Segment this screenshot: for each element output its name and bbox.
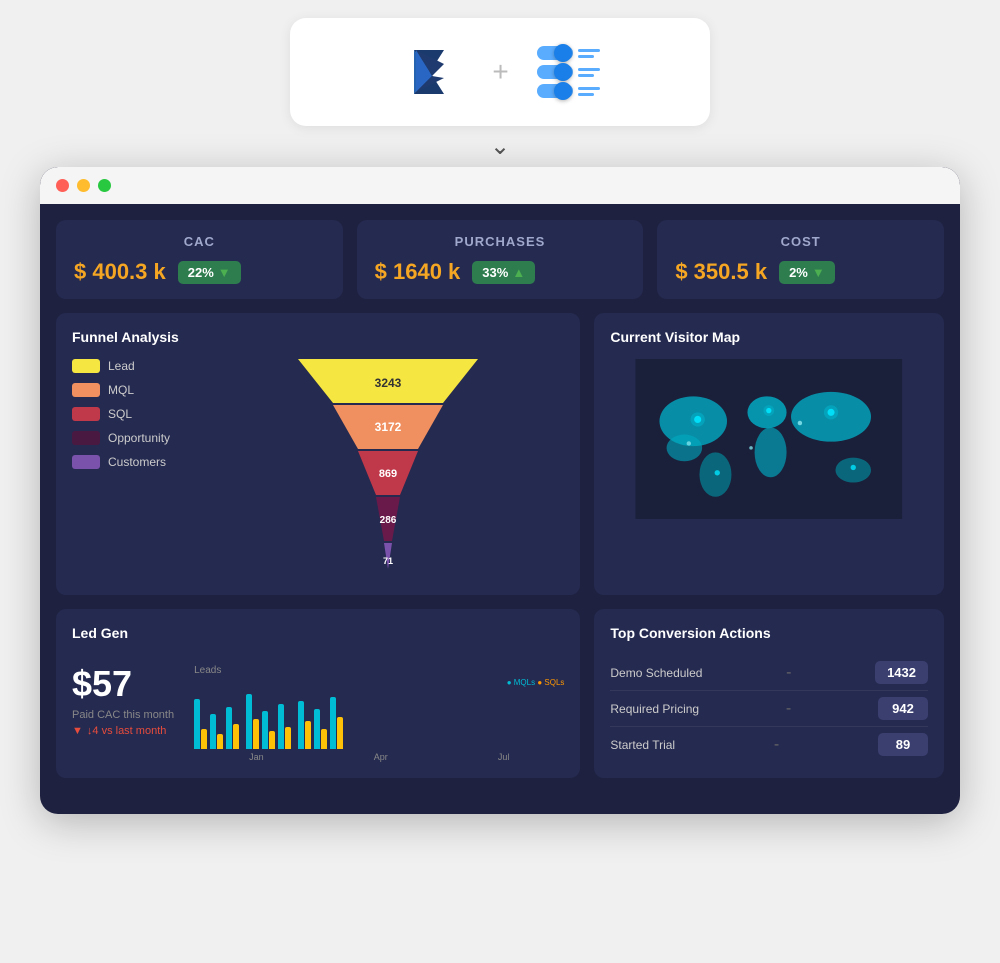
cac-card: CAC $ 400.3 k 22% ▼	[56, 220, 343, 299]
conversion-item-demo: Demo Scheduled - 1432	[610, 655, 928, 691]
ledgen-change: ▼▼ ↓4 vs last month ↓4 vs last month	[72, 725, 174, 737]
conversion-label-demo: Demo Scheduled	[610, 666, 702, 680]
dashboard-window: CAC $ 400.3 k 22% ▼ PURCHASES $ 1640 k 3…	[40, 167, 960, 814]
conversion-value-pricing: 942	[878, 697, 928, 720]
mini-bar-chart: Leads ● MQLs ● SQLs	[194, 665, 564, 762]
window-close-dot[interactable]	[56, 179, 69, 192]
window-chrome	[40, 167, 960, 204]
integration-banner: +	[290, 18, 710, 126]
svg-text:3243: 3243	[375, 376, 402, 390]
map-title: Current Visitor Map	[610, 329, 928, 345]
purchases-card: PURCHASES $ 1640 k 33% ▲	[357, 220, 644, 299]
conversion-title: Top Conversion Actions	[610, 625, 928, 641]
conversion-label-trial: Started Trial	[610, 738, 675, 752]
conversion-card: Top Conversion Actions Demo Scheduled - …	[594, 609, 944, 778]
funnel-svg: 3243 3172 869 286 71	[288, 359, 488, 579]
cost-badge: 2% ▼	[779, 261, 835, 284]
window-minimize-dot[interactable]	[77, 179, 90, 192]
cac-value: $ 400.3 k	[74, 259, 166, 285]
ledgen-subtitle: Paid CAC this month	[72, 709, 174, 721]
toggle-app-logo	[537, 46, 600, 98]
legend-sql: SQL	[72, 407, 202, 421]
cac-badge: 22% ▼	[178, 261, 241, 284]
purchases-value: $ 1640 k	[375, 259, 461, 285]
ledgen-value: $57	[72, 663, 174, 705]
middle-row: Funnel Analysis Lead MQL SQL	[56, 313, 944, 595]
bars-container	[194, 689, 564, 749]
svg-text:286: 286	[380, 515, 397, 526]
legend-opportunity: Opportunity	[72, 431, 202, 445]
legend-lead: Lead	[72, 359, 202, 373]
conversion-list: Demo Scheduled - 1432 Required Pricing -…	[610, 655, 928, 762]
purchases-badge: 33% ▲	[472, 261, 535, 284]
cac-label: CAC	[74, 234, 325, 249]
svg-text:869: 869	[379, 468, 397, 480]
legend-mql: MQL	[72, 383, 202, 397]
conversion-value-demo: 1432	[875, 661, 928, 684]
conversion-label-pricing: Required Pricing	[610, 702, 699, 716]
legend-customers: Customers	[72, 455, 202, 469]
svg-text:71: 71	[383, 556, 393, 566]
dynamics-logo	[400, 40, 464, 104]
plus-separator: +	[492, 56, 508, 88]
funnel-title: Funnel Analysis	[72, 329, 564, 345]
flow-arrow: ⌄	[490, 132, 510, 161]
funnel-card: Funnel Analysis Lead MQL SQL	[56, 313, 580, 595]
window-maximize-dot[interactable]	[98, 179, 111, 192]
cost-label: COST	[675, 234, 926, 249]
map-card: Current Visitor Map	[594, 313, 944, 595]
cost-card: COST $ 350.5 k 2% ▼	[657, 220, 944, 299]
bottom-row: Led Gen $57 Paid CAC this month ▼▼ ↓4 vs…	[56, 609, 944, 778]
ledgen-title: Led Gen	[72, 625, 564, 641]
purchases-label: PURCHASES	[375, 234, 626, 249]
chart-label: Leads	[194, 665, 564, 676]
svg-text:3172: 3172	[375, 420, 402, 434]
chart-x-labels: Jan Apr Jul	[194, 752, 564, 762]
conversion-value-trial: 89	[878, 733, 928, 756]
dashboard-content: CAC $ 400.3 k 22% ▼ PURCHASES $ 1640 k 3…	[40, 204, 960, 794]
funnel-legend: Lead MQL SQL Opportunity	[72, 359, 202, 469]
stats-row: CAC $ 400.3 k 22% ▼ PURCHASES $ 1640 k 3…	[56, 220, 944, 299]
conversion-item-pricing: Required Pricing - 942	[610, 691, 928, 727]
ledgen-card: Led Gen $57 Paid CAC this month ▼▼ ↓4 vs…	[56, 609, 580, 778]
world-map-svg	[610, 359, 928, 519]
cost-value: $ 350.5 k	[675, 259, 767, 285]
conversion-item-trial: Started Trial - 89	[610, 727, 928, 762]
world-map	[610, 359, 928, 519]
